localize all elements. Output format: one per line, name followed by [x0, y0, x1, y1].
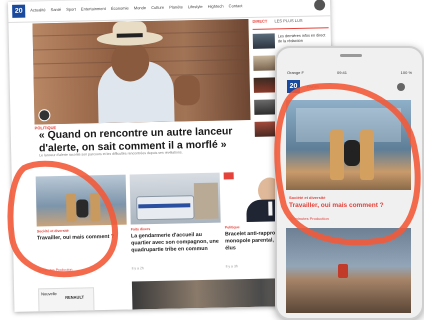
user-icon[interactable] [397, 83, 405, 91]
hero-image[interactable] [32, 18, 251, 125]
ad-label: Nouvelle [41, 291, 57, 297]
card-image [35, 174, 127, 227]
sidebar-item-title: Les dernières infos en direct de la réda… [277, 33, 326, 44]
card-meta: Il y a 3h [225, 264, 238, 269]
nav-link[interactable]: Actualité [30, 7, 45, 12]
card-category: Politique [224, 225, 240, 230]
nav-links: Actualité Santé Sport Entertainment Écon… [30, 3, 246, 12]
sidebar-thumbnail [254, 121, 277, 137]
nav-link[interactable]: Sport [66, 7, 76, 12]
nav-link[interactable]: Planète [169, 4, 183, 9]
site-logo[interactable]: 20 [12, 4, 26, 18]
card-meta: 20 minutes Production [37, 267, 73, 273]
sidebar-thumbnail [254, 99, 277, 115]
tab-direct[interactable]: DIRECT [252, 19, 267, 24]
sidebar-tabs: DIRECT LES PLUS LUS [252, 17, 329, 30]
sidebar-thumbnail [253, 77, 276, 93]
nav-link[interactable]: Lifestyle [188, 4, 203, 9]
article-card[interactable]: Société et diversité Travailler, oui mai… [35, 174, 128, 287]
battery-label: 100 % [400, 70, 412, 75]
phone-article-source[interactable]: 20 minutes Production [289, 216, 329, 221]
advertisement[interactable]: Nouvelle RENAULT [38, 287, 95, 312]
phone-article-category: Société et diversité [289, 195, 326, 200]
phone-status-bar: Orange F 09:41 100 % [287, 70, 412, 75]
card-meta: Il y a 2h [131, 266, 144, 271]
sidebar-thumbnail [253, 55, 276, 71]
phone-site-logo[interactable]: 20 [287, 80, 300, 93]
article-card[interactable]: Faits divers La gendarmerie d'accueil au… [129, 172, 222, 285]
nav-link[interactable]: Contact [229, 3, 243, 8]
user-icon[interactable] [314, 0, 326, 11]
nav-link[interactable]: Hightech [208, 3, 224, 8]
tab-most-read[interactable]: LES PLUS LUS [274, 18, 302, 24]
phone-mockup: Orange F 09:41 100 % 20 PARIS Société et… [275, 46, 424, 320]
nav-link[interactable]: Entertainment [81, 6, 106, 12]
card-category: Société et diversité [36, 228, 69, 234]
phone-speaker [340, 54, 362, 57]
phone-city-selector[interactable]: PARIS [307, 84, 319, 89]
nav-link[interactable]: Santé [51, 7, 62, 12]
card-title[interactable]: La gendarmerie d'accueil au quartier ave… [131, 232, 219, 255]
carrier-label: Orange F [287, 70, 304, 75]
nav-link[interactable]: Monde [134, 5, 146, 10]
sidebar-thumbnail [252, 33, 276, 49]
clock-label: 09:41 [337, 70, 348, 75]
card-image [129, 172, 221, 225]
phone-next-article-image[interactable] [286, 228, 411, 313]
ad-brand: RENAULT [65, 294, 85, 300]
nav-link[interactable]: Économie [111, 5, 129, 10]
phone-article-image[interactable] [286, 100, 411, 190]
nav-link[interactable]: Culture [151, 5, 164, 10]
phone-article-title[interactable]: Travailler, oui mais comment ? [289, 202, 407, 210]
card-title[interactable]: Travailler, oui mais comment ? [37, 234, 125, 243]
card-category: Faits divers [130, 227, 151, 232]
